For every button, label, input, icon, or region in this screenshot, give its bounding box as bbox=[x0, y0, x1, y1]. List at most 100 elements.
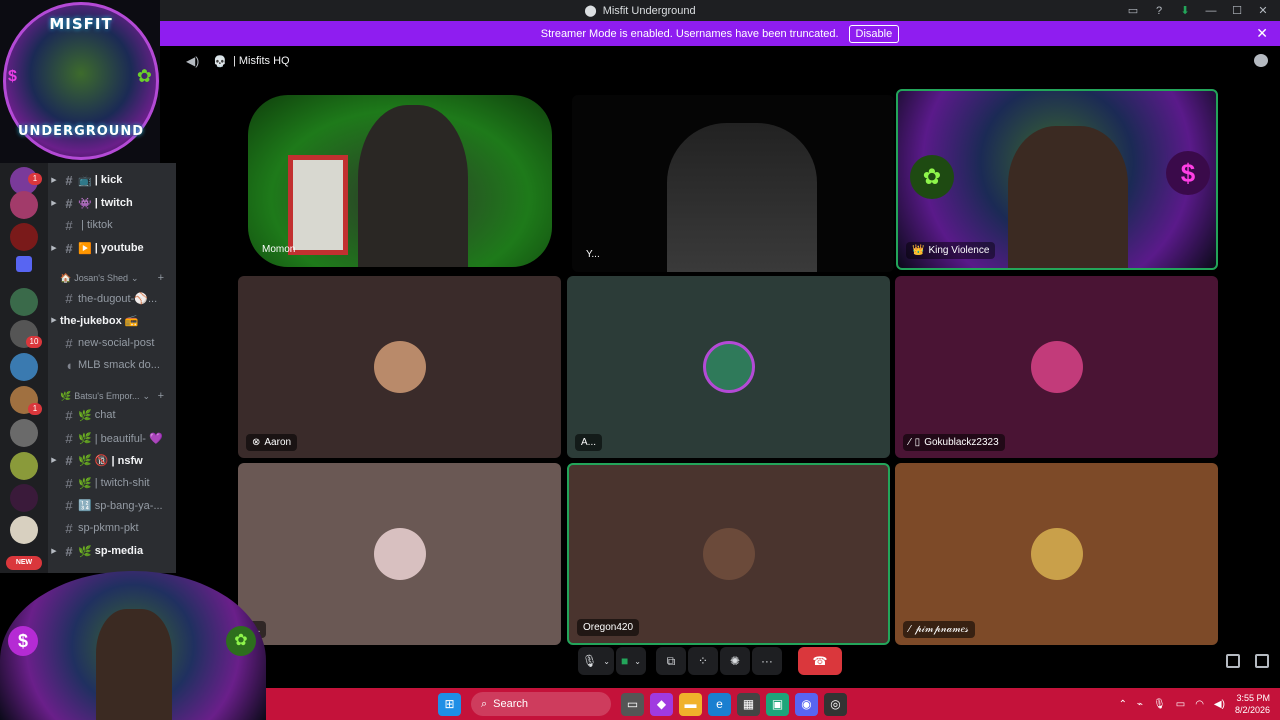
file-explorer-icon[interactable]: ▬ bbox=[679, 692, 702, 716]
streamer-video bbox=[96, 609, 172, 720]
unread-badge: 1 bbox=[28, 403, 42, 415]
participant-tile-unnamed[interactable]: ... bbox=[238, 463, 561, 645]
logo-text-bottom: UNDERGROUND bbox=[17, 124, 145, 139]
server-icon[interactable] bbox=[10, 191, 38, 219]
participant-tile-gokublackz[interactable]: ⁄ ▯ Gokublackz2323 bbox=[895, 276, 1218, 458]
discord-icon[interactable]: ◉ bbox=[795, 692, 818, 716]
avatar bbox=[373, 341, 426, 393]
screen-share-icon: ⧉ bbox=[666, 653, 676, 668]
monitor-icon[interactable]: ▭ bbox=[1176, 699, 1185, 710]
more-options-button[interactable]: ··· bbox=[751, 647, 782, 675]
banner-close-icon[interactable]: ✕ bbox=[1256, 25, 1268, 42]
chat-bubble-icon[interactable] bbox=[1254, 54, 1268, 67]
folder-icon[interactable] bbox=[16, 256, 32, 272]
maximize-icon[interactable]: ☐ bbox=[1226, 0, 1248, 21]
participant-tile-a[interactable]: A... bbox=[567, 276, 890, 458]
disable-streamer-mode-button[interactable]: Disable bbox=[848, 24, 900, 43]
help-icon[interactable]: ? bbox=[1148, 0, 1170, 21]
channel-sp-pkmn-pkt[interactable]: # sp-pkmn-pkt bbox=[48, 518, 176, 538]
category-batsus-emporium[interactable]: 🌿 Batsu's Empor... ⌄ + bbox=[60, 388, 176, 404]
avatar bbox=[373, 528, 426, 580]
window-title: ⬤ Misfit Underground bbox=[584, 4, 696, 18]
edge-icon[interactable]: e bbox=[708, 692, 731, 716]
channel-the-jukebox[interactable]: ▶ the-jukebox 📻 bbox=[48, 310, 176, 330]
volume-icon[interactable]: ◀) bbox=[1214, 699, 1225, 710]
participant-tile-pimpnames[interactable]: ⁄ 𝓅𝒾𝓂𝓅𝓃𝒶𝓂𝑒𝓈 bbox=[895, 463, 1218, 645]
inbox-icon[interactable]: ▭ bbox=[1122, 0, 1144, 21]
microphone-button[interactable]: 🎙 ⌄ bbox=[578, 647, 614, 675]
video-tile-king-violence[interactable]: ✿ $ 👑 King Violence bbox=[896, 89, 1218, 270]
voice-channel-mlb[interactable]: ◖ MLB smack do... bbox=[48, 355, 176, 375]
discord-icon: ⬤ bbox=[584, 5, 597, 17]
channel-kick[interactable]: ▶ # 📺 | kick bbox=[48, 170, 176, 190]
channel-tiktok[interactable]: # | tiktok bbox=[48, 215, 176, 235]
windows-start-icon[interactable]: ⊞ bbox=[438, 692, 461, 716]
server-icon[interactable] bbox=[10, 484, 38, 512]
channel-new-social-post[interactable]: # new-social-post bbox=[48, 333, 176, 353]
dollar-icon: $ bbox=[8, 68, 17, 85]
copilot-icon[interactable]: ◆ bbox=[650, 692, 673, 716]
wifi-icon[interactable]: ◠ bbox=[1195, 699, 1204, 710]
network-icon[interactable]: ⌁ bbox=[1137, 699, 1143, 710]
obs-icon[interactable]: ◎ bbox=[824, 692, 847, 716]
channel-chat[interactable]: # 🌿 chat bbox=[48, 405, 176, 425]
speaker-icon[interactable]: ◀) bbox=[186, 54, 199, 68]
activities-button[interactable]: ⁘ bbox=[687, 647, 718, 675]
app-icon[interactable]: ▣ bbox=[766, 692, 789, 716]
participant-label: Oregon420 bbox=[577, 619, 640, 636]
clock[interactable]: 3:55 PM 8/2/2026 bbox=[1235, 692, 1270, 716]
channel-youtube[interactable]: ▶ # ▶️ | youtube bbox=[48, 238, 176, 258]
video-tile-momon[interactable]: Momon bbox=[248, 95, 552, 267]
easel-board bbox=[288, 155, 348, 255]
dollar-icon: $ bbox=[8, 626, 38, 656]
channel-nsfw[interactable]: ▶ # 🌿 🔞 | nsfw bbox=[48, 450, 176, 470]
fullscreen-icon[interactable] bbox=[1255, 654, 1269, 668]
channel-twitch[interactable]: ▶ # 👾 | twitch bbox=[48, 193, 176, 213]
server-icon[interactable] bbox=[10, 353, 38, 381]
participant-label: ⁄ 𝓅𝒾𝓂𝓅𝓃𝒶𝓂𝑒𝓈 bbox=[903, 621, 975, 638]
phone-icon: ▯ bbox=[914, 437, 921, 448]
server-rail: 1 10 1 NEW bbox=[0, 163, 48, 573]
chevron-up-icon[interactable]: ⌃ bbox=[1119, 699, 1127, 710]
channel-sp-bang-ya[interactable]: # 🔢 sp-bang-ya-... bbox=[48, 495, 176, 515]
task-view-icon[interactable]: ▭ bbox=[621, 692, 644, 716]
chevron-down-icon: ⌄ bbox=[603, 656, 610, 666]
disconnect-button[interactable]: ☎ bbox=[797, 647, 842, 675]
participant-tile-aaron[interactable]: ⊗ Aaron bbox=[238, 276, 561, 458]
hang-up-icon: ☎ bbox=[812, 654, 828, 668]
server-icon[interactable] bbox=[10, 288, 38, 316]
close-icon[interactable]: ✕ bbox=[1252, 0, 1274, 21]
server-icon[interactable] bbox=[10, 452, 38, 480]
popout-icon[interactable] bbox=[1226, 654, 1240, 668]
minimize-icon[interactable]: — bbox=[1200, 0, 1222, 21]
avatar bbox=[702, 341, 755, 393]
store-icon[interactable]: ▦ bbox=[737, 692, 760, 716]
server-icon[interactable] bbox=[10, 223, 38, 251]
server-icon[interactable] bbox=[10, 516, 38, 544]
soundboard-button[interactable]: ✺ bbox=[719, 647, 750, 675]
channel-twitch-shit[interactable]: # 🌿 | twitch-shit bbox=[48, 473, 176, 493]
channel-sp-media[interactable]: ▶ # 🌿 sp-media bbox=[48, 541, 176, 561]
channel-beautiful[interactable]: # 🌿 | beautiful- 💜 bbox=[48, 428, 176, 448]
unread-badge: 1 bbox=[28, 173, 42, 185]
participant-tile-oregon420[interactable]: Oregon420 bbox=[567, 463, 890, 645]
unread-badge: 10 bbox=[26, 336, 42, 348]
soundboard-icon: ✺ bbox=[729, 654, 740, 668]
camera-icon: ■ bbox=[620, 654, 629, 668]
screen-share-button[interactable]: ⧉ bbox=[655, 647, 686, 675]
voice-channel-header: ◀) 💀 | Misfits HQ bbox=[186, 54, 290, 68]
avatar bbox=[1030, 341, 1083, 393]
download-icon[interactable]: ⬇ bbox=[1174, 0, 1196, 21]
call-controls: 🎙 ⌄ ■ ⌄ ⧉ ⁘ ✺ ··· ☎ bbox=[578, 646, 842, 676]
camera-button[interactable]: ■ ⌄ bbox=[615, 647, 646, 675]
video-tile-y[interactable]: Y... bbox=[572, 95, 894, 272]
microphone-icon[interactable]: 🎙 bbox=[1153, 699, 1166, 710]
time-text: 3:55 PM bbox=[1236, 693, 1270, 703]
activities-icon: ⁘ bbox=[697, 654, 708, 668]
channel-the-dugout[interactable]: # the-dugout-⚾... bbox=[48, 288, 176, 308]
category-josans-shed[interactable]: 🏠 Josan's Shed ⌄ + bbox=[60, 270, 176, 286]
taskbar-search[interactable]: ⌕ Search bbox=[471, 692, 611, 716]
server-icon[interactable] bbox=[10, 419, 38, 447]
more-icon: ··· bbox=[760, 654, 773, 668]
voice-call-area: ◀) 💀 | Misfits HQ Momon Y... ✿ $ 👑 King V… bbox=[176, 46, 1280, 688]
